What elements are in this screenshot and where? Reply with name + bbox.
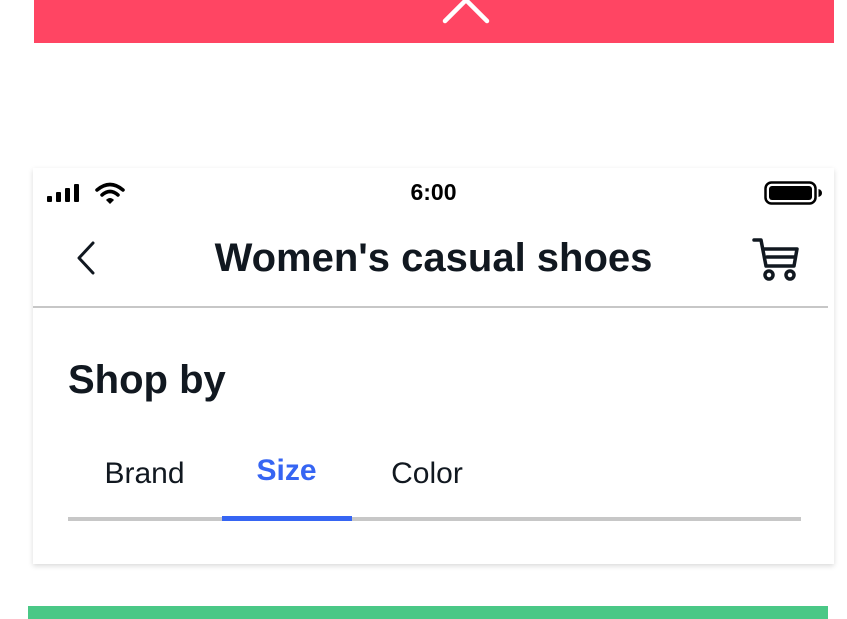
nav-divider (33, 306, 828, 308)
section-title: Shop by (68, 358, 226, 402)
top-banner[interactable] (34, 0, 834, 43)
battery-icon (764, 181, 822, 205)
tab-brand[interactable]: Brand (68, 453, 221, 513)
tab-size[interactable]: Size (221, 450, 352, 510)
tab-track (68, 517, 801, 521)
cart-icon[interactable] (751, 236, 801, 284)
chevron-up-icon[interactable] (442, 0, 490, 24)
shop-by-tabs: Brand Size Color (68, 453, 801, 523)
page-title: Women's casual shoes (214, 236, 653, 280)
tab-color[interactable]: Color (352, 453, 502, 513)
bottom-banner[interactable] (28, 606, 828, 619)
status-time: 6:00 (410, 179, 457, 205)
phone-screen: 6:00 Women's casual shoes Shop by Brand … (33, 168, 834, 564)
tab-active-indicator (222, 516, 352, 521)
navigation-bar: Women's casual shoes (33, 218, 834, 306)
status-bar: 6:00 (33, 168, 834, 218)
